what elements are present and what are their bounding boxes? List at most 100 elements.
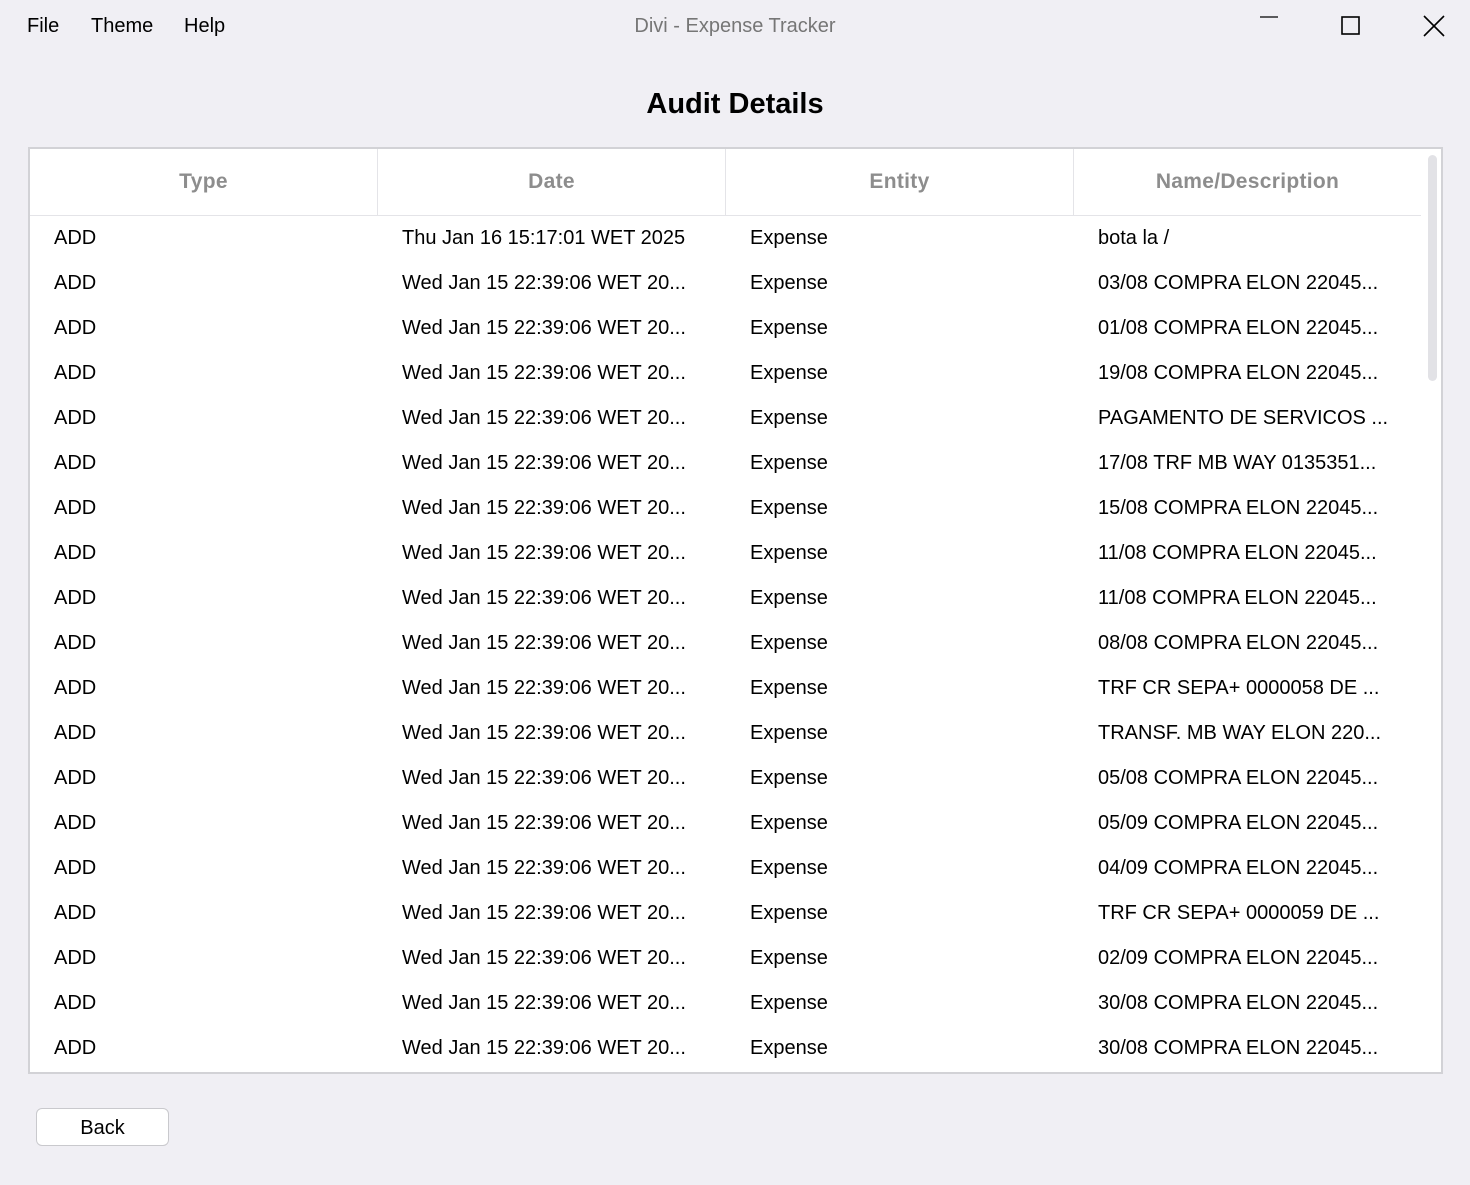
type-cell: ADD: [54, 812, 97, 834]
name-description-cell: 04/09 COMPRA ELON 22045...: [1098, 857, 1379, 879]
maximize-icon: [1341, 16, 1360, 35]
type-cell: ADD: [54, 947, 97, 969]
date-cell: Wed Jan 15 22:39:06 WET 20...: [402, 452, 686, 474]
type-cell: ADD: [54, 362, 97, 384]
table-row[interactable]: ADD Wed Jan 15 22:39:06 WET 20... Expense 0…: [30, 756, 1421, 801]
table-row[interactable]: ADD Wed Jan 15 22:39:06 WET 20... Expense 3…: [30, 1026, 1421, 1071]
minimize-button[interactable]: [1239, 6, 1299, 46]
table-row[interactable]: ADD Wed Jan 15 22:39:06 WET 20... Expense 0…: [30, 936, 1421, 981]
scrollbar-thumb[interactable]: [1428, 155, 1437, 381]
type-cell: ADD: [54, 497, 97, 519]
type-cell: ADD: [54, 587, 97, 609]
date-cell: Thu Jan 16 15:17:01 WET 2025: [402, 227, 686, 249]
back-button[interactable]: Back: [36, 1108, 169, 1146]
type-cell: ADD: [54, 722, 97, 744]
type-cell: ADD: [54, 902, 97, 924]
entity-cell: Expense: [750, 542, 828, 564]
date-cell: Wed Jan 15 22:39:06 WET 20...: [402, 317, 686, 339]
entity-cell: Expense: [750, 587, 828, 609]
type-cell: ADD: [54, 857, 97, 879]
date-cell: Wed Jan 15 22:39:06 WET 20...: [402, 1037, 686, 1059]
name-description-cell: PAGAMENTO DE SERVICOS ...: [1098, 407, 1389, 429]
column-header-type[interactable]: Type: [30, 149, 378, 215]
type-cell: ADD: [54, 272, 97, 294]
date-cell: Wed Jan 15 22:39:06 WET 20...: [402, 812, 686, 834]
entity-cell: Expense: [750, 812, 828, 834]
type-cell: ADD: [54, 542, 97, 564]
entity-cell: Expense: [750, 722, 828, 744]
name-description-cell: 19/08 COMPRA ELON 22045...: [1098, 362, 1379, 384]
name-description-cell: 11/08 COMPRA ELON 22045...: [1098, 587, 1377, 609]
table-row[interactable]: ADD Wed Jan 15 22:39:06 WET 20... Expense T…: [30, 666, 1421, 711]
table-row[interactable]: ADD Wed Jan 15 22:39:06 WET 20... Expense 1…: [30, 576, 1421, 621]
table-row[interactable]: ADD Wed Jan 15 22:39:06 WET 20... Expense 1…: [30, 351, 1421, 396]
type-cell: ADD: [54, 227, 97, 249]
entity-cell: Expense: [750, 317, 828, 339]
name-description-cell: 17/08 TRF MB WAY 0135351...: [1098, 452, 1377, 474]
entity-cell: Expense: [750, 272, 828, 294]
table-row[interactable]: ADD Wed Jan 15 22:39:06 WET 20... Expense T…: [30, 711, 1421, 756]
type-cell: ADD: [54, 992, 97, 1014]
table-row[interactable]: ADD Wed Jan 15 22:39:06 WET 20... Expense 3…: [30, 981, 1421, 1026]
table-header: Type Date Entity Name/Description: [30, 149, 1421, 216]
entity-cell: Expense: [750, 497, 828, 519]
date-cell: Wed Jan 15 22:39:06 WET 20...: [402, 677, 686, 699]
vertical-scrollbar[interactable]: [1421, 149, 1441, 1072]
table-row[interactable]: ADD Wed Jan 15 22:39:06 WET 20... Expense P…: [30, 396, 1421, 441]
table-row[interactable]: ADD Wed Jan 15 22:39:06 WET 20... Expense 0…: [30, 261, 1421, 306]
type-cell: ADD: [54, 317, 97, 339]
name-description-cell: bota la /: [1098, 227, 1170, 249]
type-cell: ADD: [54, 767, 97, 789]
column-header-date[interactable]: Date: [378, 149, 726, 215]
date-cell: Wed Jan 15 22:39:06 WET 20...: [402, 992, 686, 1014]
date-cell: Wed Jan 15 22:39:06 WET 20...: [402, 587, 686, 609]
name-description-cell: 05/09 COMPRA ELON 22045...: [1098, 812, 1379, 834]
entity-cell: Expense: [750, 632, 828, 654]
date-cell: Wed Jan 15 22:39:06 WET 20...: [402, 722, 686, 744]
column-header-entity[interactable]: Entity: [726, 149, 1074, 215]
table-row[interactable]: ADD Wed Jan 15 22:39:06 WET 20... Expense 1…: [30, 531, 1421, 576]
name-description-cell: 03/08 COMPRA ELON 22045...: [1098, 272, 1379, 294]
date-cell: Wed Jan 15 22:39:06 WET 20...: [402, 542, 686, 564]
date-cell: Wed Jan 15 22:39:06 WET 20...: [402, 407, 686, 429]
table-row[interactable]: ADD Wed Jan 15 22:39:06 WET 20... Expense 0…: [30, 306, 1421, 351]
type-cell: ADD: [54, 632, 97, 654]
name-description-cell: 15/08 COMPRA ELON 22045...: [1098, 497, 1379, 519]
minimize-icon: [1260, 16, 1278, 18]
table-row[interactable]: ADD Wed Jan 15 22:39:06 WET 20... Expense 1…: [30, 486, 1421, 531]
date-cell: Wed Jan 15 22:39:06 WET 20...: [402, 947, 686, 969]
date-cell: Wed Jan 15 22:39:06 WET 20...: [402, 632, 686, 654]
name-description-cell: TRANSF. MB WAY ELON 220...: [1098, 722, 1382, 744]
entity-cell: Expense: [750, 902, 828, 924]
table-row[interactable]: ADD Wed Jan 15 22:39:06 WET 20... Expense 0…: [30, 621, 1421, 666]
name-description-cell: 01/08 COMPRA ELON 22045...: [1098, 317, 1379, 339]
column-header-name-description[interactable]: Name/Description: [1074, 149, 1421, 215]
date-cell: Wed Jan 15 22:39:06 WET 20...: [402, 272, 686, 294]
entity-cell: Expense: [750, 452, 828, 474]
maximize-button[interactable]: [1321, 6, 1381, 46]
table-row[interactable]: ADD Wed Jan 15 22:39:06 WET 20... Expense 1…: [30, 441, 1421, 486]
table-row[interactable]: ADD Wed Jan 15 22:39:06 WET 20... Expense T…: [30, 891, 1421, 936]
title-bar: File Theme Help Divi - Expense Tracker: [0, 0, 1470, 52]
close-button[interactable]: [1404, 6, 1464, 46]
date-cell: Wed Jan 15 22:39:06 WET 20...: [402, 857, 686, 879]
name-description-cell: 05/08 COMPRA ELON 22045...: [1098, 767, 1379, 789]
entity-cell: Expense: [750, 1037, 828, 1059]
name-description-cell: 02/09 COMPRA ELON 22045...: [1098, 947, 1379, 969]
name-description-cell: 30/08 COMPRA ELON 22045...: [1098, 1037, 1379, 1059]
entity-cell: Expense: [750, 677, 828, 699]
table-row[interactable]: ADD Wed Jan 15 22:39:06 WET 20... Expense 0…: [30, 801, 1421, 846]
close-icon: [1423, 15, 1445, 37]
name-description-cell: TRF CR SEPA+ 0000058 DE ...: [1098, 677, 1380, 699]
entity-cell: Expense: [750, 227, 828, 249]
entity-cell: Expense: [750, 767, 828, 789]
date-cell: Wed Jan 15 22:39:06 WET 20...: [402, 497, 686, 519]
table-row[interactable]: ADD Wed Jan 15 22:39:06 WET 20... Expense 0…: [30, 846, 1421, 891]
name-description-cell: 11/08 COMPRA ELON 22045...: [1098, 542, 1377, 564]
type-cell: ADD: [54, 677, 97, 699]
table-row[interactable]: ADD Thu Jan 16 15:17:01 WET 2025 Expense bo…: [30, 216, 1421, 261]
entity-cell: Expense: [750, 947, 828, 969]
page-title: Audit Details: [646, 88, 824, 120]
name-description-cell: 30/08 COMPRA ELON 22045...: [1098, 992, 1379, 1014]
name-description-cell: TRF CR SEPA+ 0000059 DE ...: [1098, 902, 1380, 924]
